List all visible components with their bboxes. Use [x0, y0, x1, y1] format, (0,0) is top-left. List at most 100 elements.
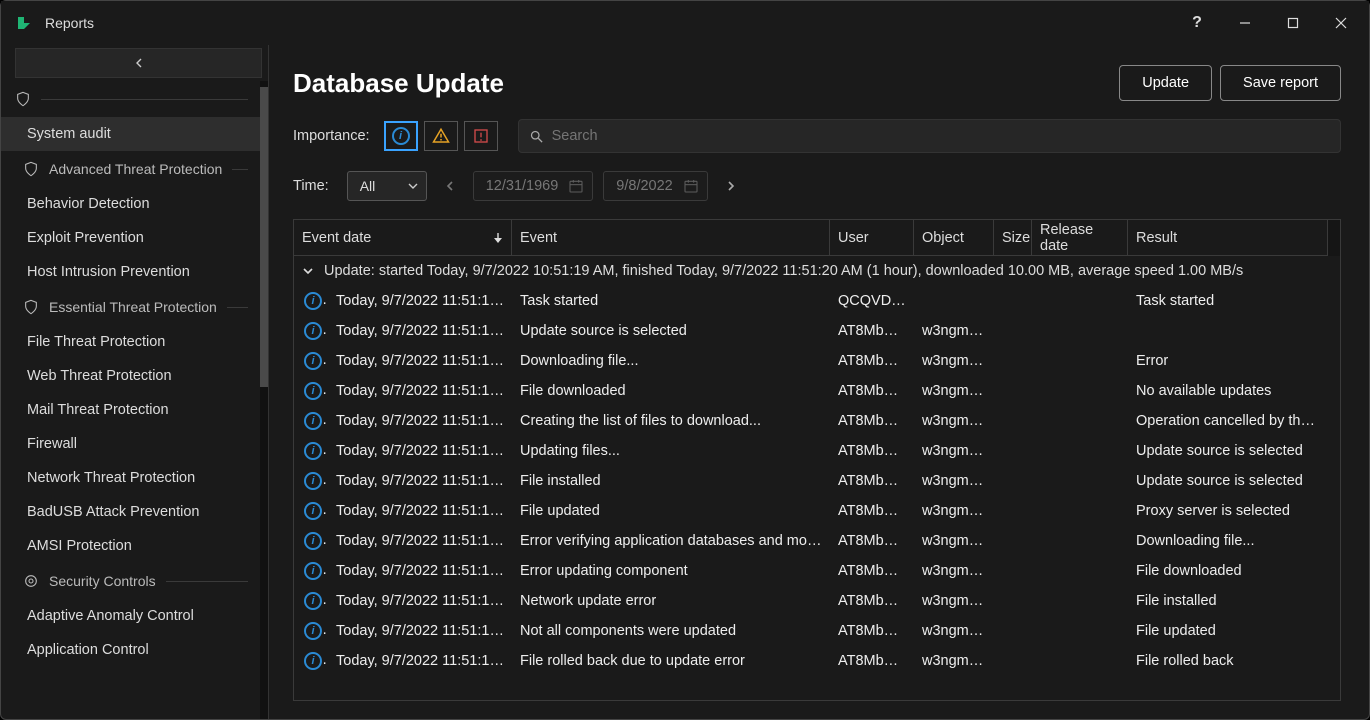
help-button[interactable]: ? [1173, 1, 1221, 45]
search-box[interactable] [518, 119, 1341, 153]
cell-result: File downloaded [1128, 563, 1328, 579]
cell-event-date: Today, 9/7/2022 11:51:19 AM [328, 623, 512, 639]
cell-result: No available updates [1128, 383, 1328, 399]
cell-event-date: Today, 9/7/2022 11:51:19 AM [328, 353, 512, 369]
cell-result: Proxy server is selected [1128, 503, 1328, 519]
date-next-button[interactable] [718, 171, 744, 201]
table-row[interactable]: iToday, 9/7/2022 11:51:19 AMFile downloa… [294, 376, 1340, 406]
sidebar-collapse-button[interactable] [15, 48, 262, 78]
cell-object: w3ngm4d6 [914, 473, 994, 489]
sidebar-item[interactable]: File Threat Protection [1, 325, 260, 359]
importance-warning-toggle[interactable] [424, 121, 458, 151]
info-icon: i [304, 472, 322, 490]
cell-event-date: Today, 9/7/2022 11:51:19 AM [328, 473, 512, 489]
table-row[interactable]: iToday, 9/7/2022 11:51:19 AMFile rolled … [294, 646, 1340, 676]
column-size[interactable]: Size [994, 220, 1032, 255]
info-icon: i [304, 502, 322, 520]
sidebar-group-general [1, 81, 260, 117]
sidebar-item[interactable]: Network Threat Protection [1, 461, 260, 495]
cell-result: Error [1128, 353, 1328, 369]
column-event[interactable]: Event [512, 220, 830, 255]
info-icon: i [304, 622, 322, 640]
sidebar-item[interactable]: Application Control [1, 633, 260, 667]
column-release-date[interactable]: Release date [1032, 220, 1128, 255]
table-row[interactable]: iToday, 9/7/2022 11:51:19 AMUpdate sourc… [294, 316, 1340, 346]
date-from-input[interactable]: 12/31/1969 [473, 171, 594, 201]
sidebar-item[interactable]: Host Intrusion Prevention [1, 255, 260, 289]
cell-event-date: Today, 9/7/2022 11:51:19 AM [328, 323, 512, 339]
table-row[interactable]: iToday, 9/7/2022 11:51:19 AMTask started… [294, 286, 1340, 316]
sidebar-item[interactable]: Behavior Detection [1, 187, 260, 221]
window-title: Reports [45, 15, 94, 31]
calendar-icon [683, 178, 699, 194]
info-icon: i [304, 532, 322, 550]
app-window: Reports ? System auditAdvanced Threat Pr… [0, 0, 1370, 720]
maximize-button[interactable] [1269, 1, 1317, 45]
chevron-left-icon [134, 58, 144, 68]
column-event-date[interactable]: Event date [294, 220, 512, 255]
sidebar-item[interactable]: BadUSB Attack Prevention [1, 495, 260, 529]
table-row[interactable]: i Today, 9/7/2022 11:51:19 AMDownloading … [294, 346, 1340, 376]
cell-user: AT8MbMts [830, 563, 914, 579]
cell-object: w3ngm4d6 [914, 443, 994, 459]
cell-user: AT8MbMts [830, 533, 914, 549]
info-icon: i [304, 592, 322, 610]
table-row[interactable]: iToday, 9/7/2022 11:51:19 AMError updati… [294, 556, 1340, 586]
cell-user: AT8MbMts [830, 593, 914, 609]
table-scrollbar[interactable] [1328, 220, 1340, 256]
sidebar-item[interactable]: AMSI Protection [1, 529, 260, 563]
sidebar-item[interactable]: Web Threat Protection [1, 359, 260, 393]
search-input[interactable] [552, 128, 1330, 144]
cell-event: File downloaded [512, 383, 830, 399]
sidebar-item[interactable]: Mail Threat Protection [1, 393, 260, 427]
importance-critical-toggle[interactable] [464, 121, 498, 151]
page-title: Database Update [293, 68, 504, 99]
close-button[interactable] [1317, 1, 1365, 45]
cell-event-date: Today, 9/7/2022 11:51:19 AM [328, 563, 512, 579]
minimize-button[interactable] [1221, 1, 1269, 45]
table-row[interactable]: iToday, 9/7/2022 11:51:19 AMFile updated… [294, 496, 1340, 526]
chevron-down-icon [302, 265, 314, 277]
search-icon [529, 129, 544, 144]
sidebar-scrollbar[interactable] [260, 81, 268, 719]
cell-result: File updated [1128, 623, 1328, 639]
cell-result: Operation cancelled by the user [1128, 413, 1328, 429]
sidebar-item[interactable]: Exploit Prevention [1, 221, 260, 255]
table-row[interactable]: iToday, 9/7/2022 11:51:19 AMNetwork upda… [294, 586, 1340, 616]
table-row[interactable]: iToday, 9/7/2022 11:51:19 AMUpdating fil… [294, 436, 1340, 466]
cell-event: Updating files... [512, 443, 830, 459]
cell-object: w3ngm4d6 [914, 593, 994, 609]
column-user[interactable]: User [830, 220, 914, 255]
cell-result: File rolled back [1128, 653, 1328, 669]
cell-object: w3ngm4d6 [914, 353, 994, 369]
cell-event-date: Today, 9/7/2022 11:51:19 AM [328, 413, 512, 429]
date-to-input[interactable]: 9/8/2022 [603, 171, 707, 201]
time-range-select[interactable]: All [347, 171, 427, 201]
cell-user: AT8MbMts [830, 383, 914, 399]
cell-event: Downloading file... [512, 353, 830, 369]
sidebar: System auditAdvanced Threat ProtectionBe… [1, 45, 269, 719]
table-row[interactable]: iToday, 9/7/2022 11:51:19 AMFile install… [294, 466, 1340, 496]
column-label: Event date [302, 230, 371, 246]
cell-object: w3ngm4d6 [914, 383, 994, 399]
table-row[interactable]: iToday, 9/7/2022 11:51:19 AMError verify… [294, 526, 1340, 556]
column-result[interactable]: Result [1128, 220, 1328, 255]
info-icon: i [304, 352, 322, 370]
calendar-icon [568, 178, 584, 194]
cell-event: Network update error [512, 593, 830, 609]
column-object[interactable]: Object [914, 220, 994, 255]
table-group-row[interactable]: Update: started Today, 9/7/2022 10:51:19… [294, 256, 1340, 286]
importance-info-toggle[interactable]: i [384, 121, 418, 151]
info-icon: i [304, 442, 322, 460]
save-report-button[interactable]: Save report [1220, 65, 1341, 101]
cell-user: AT8MbMts [830, 653, 914, 669]
sidebar-item[interactable]: Firewall [1, 427, 260, 461]
cell-user: AT8MbMts [830, 353, 914, 369]
cell-event: File updated [512, 503, 830, 519]
table-row[interactable]: iToday, 9/7/2022 11:51:19 AMNot all comp… [294, 616, 1340, 646]
update-button[interactable]: Update [1119, 65, 1212, 101]
date-prev-button[interactable] [437, 171, 463, 201]
sidebar-item[interactable]: Adaptive Anomaly Control [1, 599, 260, 633]
table-row[interactable]: iToday, 9/7/2022 11:51:19 AMCreating the… [294, 406, 1340, 436]
sidebar-item-system-audit[interactable]: System audit [1, 117, 260, 151]
